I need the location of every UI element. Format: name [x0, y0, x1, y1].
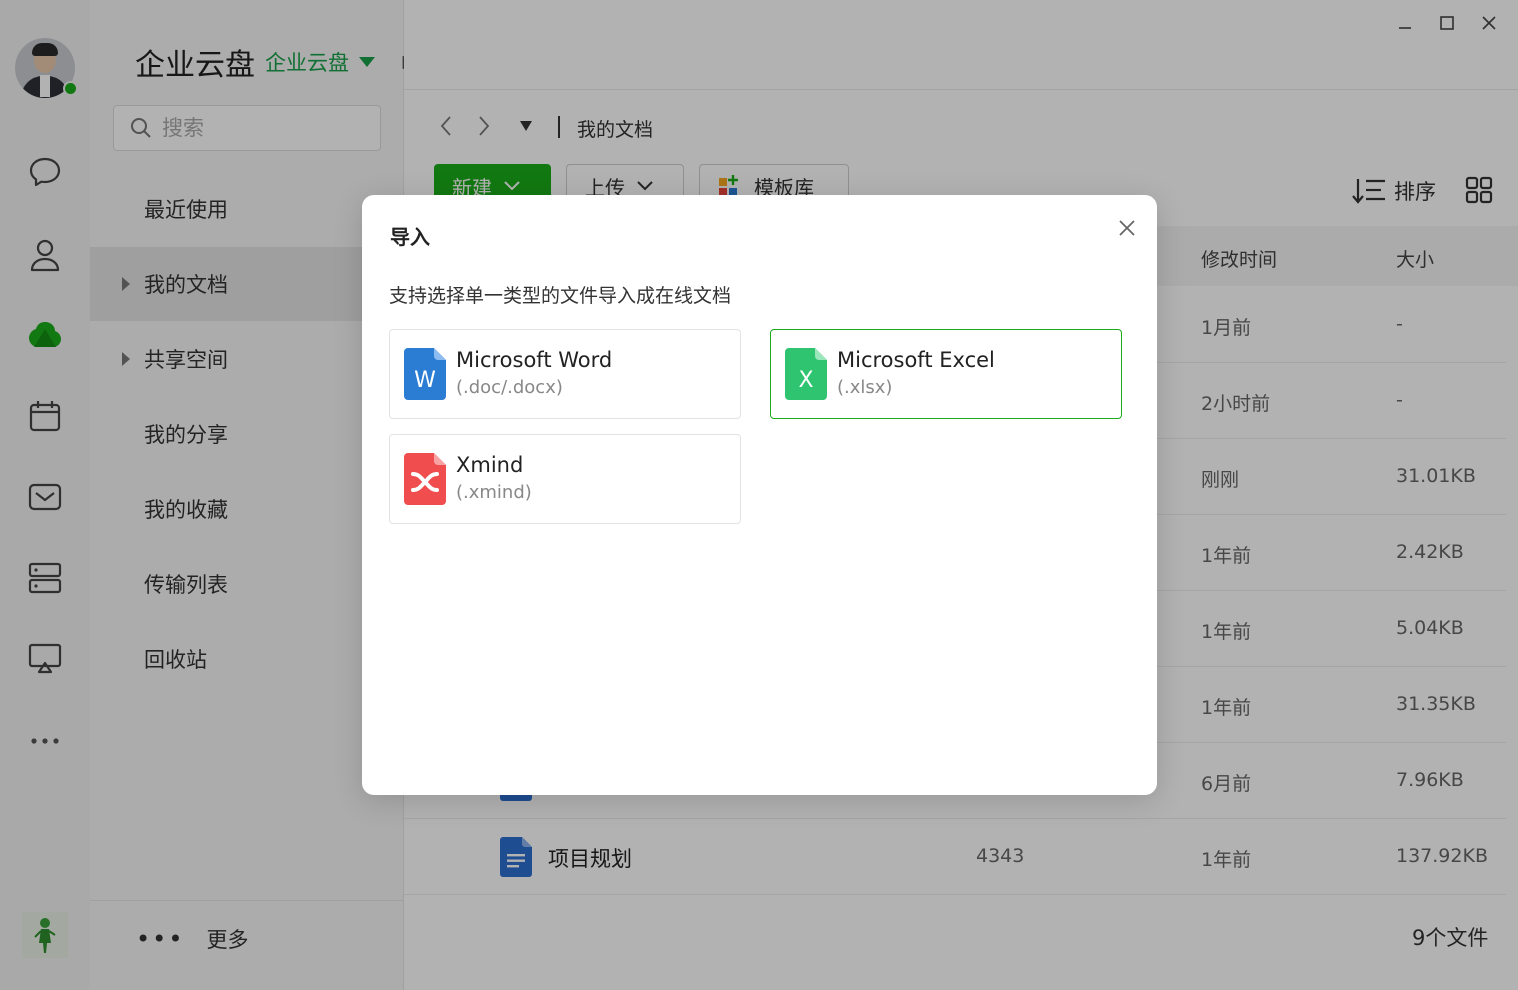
import-option-word[interactable]: W Microsoft Word (.doc/.docx): [389, 329, 741, 419]
excel-icon-letter: X: [798, 368, 813, 393]
option-ext: (.xmind): [456, 482, 532, 503]
option-name: Microsoft Word: [456, 348, 613, 372]
import-option-excel[interactable]: X Microsoft Excel (.xlsx): [770, 329, 1122, 419]
xmind-file-icon: [404, 453, 446, 505]
word-icon-letter: W: [414, 368, 436, 393]
option-ext: (.xlsx): [837, 377, 893, 398]
option-ext: (.doc/.docx): [456, 377, 563, 398]
dialog-description: 支持选择单一类型的文件导入成在线文档: [389, 285, 732, 307]
import-option-xmind[interactable]: Xmind (.xmind): [389, 434, 741, 524]
option-name: Microsoft Excel: [837, 348, 995, 372]
dialog-title: 导入: [390, 225, 430, 249]
word-file-icon: W: [404, 348, 446, 400]
option-name: Xmind: [456, 453, 524, 477]
excel-file-icon: X: [785, 348, 827, 400]
close-icon[interactable]: [1112, 213, 1142, 243]
import-dialog: 导入 支持选择单一类型的文件导入成在线文档 W Microsoft Word (…: [362, 195, 1157, 795]
